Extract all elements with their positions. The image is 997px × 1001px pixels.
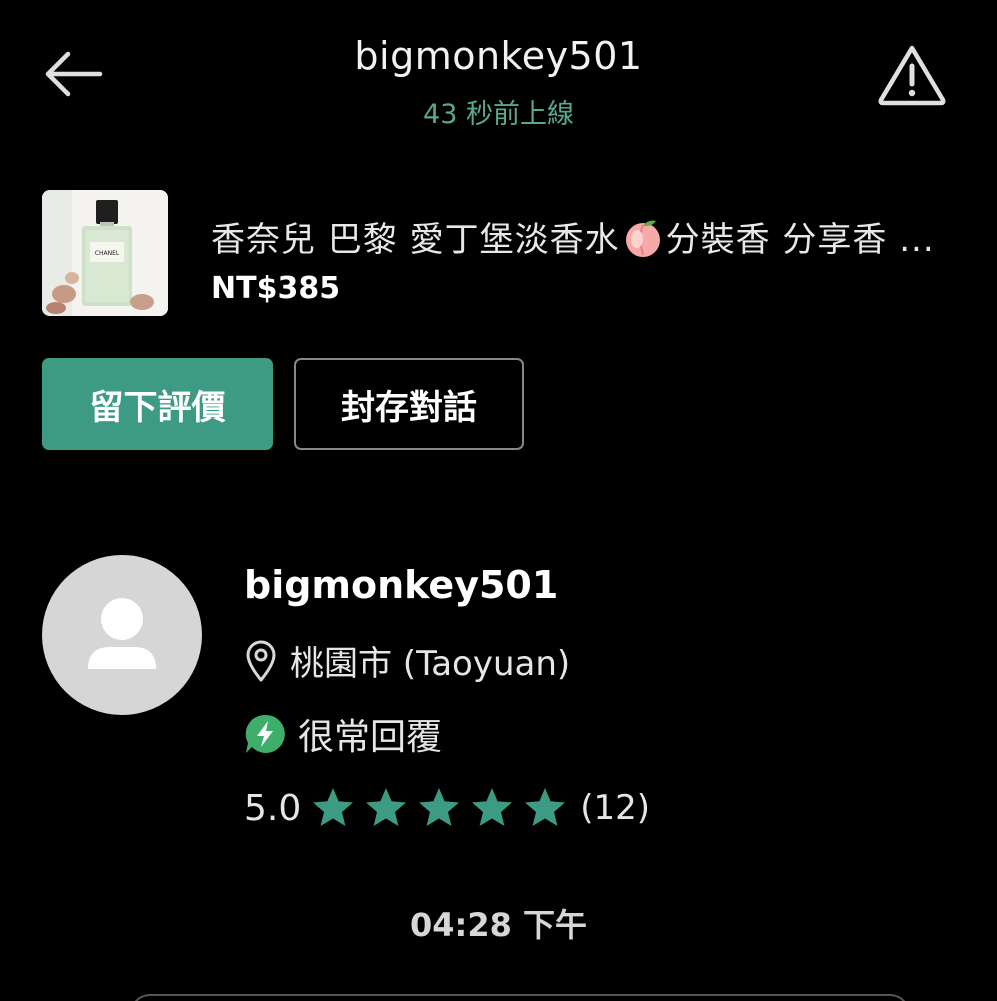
online-status: 43 秒前上線: [423, 99, 574, 130]
star-icon: [366, 788, 407, 826]
star-icon: [313, 788, 354, 826]
user-silhouette-icon: [88, 598, 156, 669]
listing-thumbnail[interactable]: CHANEL: [42, 190, 168, 316]
archive-chat-button[interactable]: 封存對話: [294, 358, 524, 450]
report-button[interactable]: [876, 42, 948, 106]
rating-score: 5.0: [244, 787, 302, 829]
star-icon: [472, 788, 513, 826]
listing-title[interactable]: 香奈兒 巴黎 愛丁堡淡香水 分裝香 分享香 ...: [211, 212, 997, 261]
lightning-chat-icon: [245, 714, 285, 753]
listing-price: NT$385: [211, 271, 341, 306]
message-timestamp: 04:28 下午: [409, 906, 587, 944]
avatar[interactable]: [42, 555, 202, 715]
listing-title-part-1: 香奈兒 巴黎 愛丁堡淡香水: [211, 220, 620, 260]
thumbnail-brand-label: CHANEL: [95, 250, 120, 257]
location-text: 桃園市 (Taoyuan): [290, 644, 571, 684]
star-icon: [419, 788, 460, 826]
peach-emoji-icon: [625, 220, 660, 257]
profile-name[interactable]: bigmonkey501: [244, 563, 558, 607]
leave-review-button[interactable]: 留下評價: [42, 358, 273, 450]
listing-title-part-2: 分裝香 分享香 ...: [665, 220, 935, 260]
star-icon: [525, 788, 566, 826]
response-rate-row: 很常回覆: [244, 708, 442, 760]
rating-row[interactable]: 5.0 (12): [244, 786, 650, 830]
chat-partner-name: bigmonkey501: [354, 34, 643, 78]
message-bubble-edge: [130, 994, 910, 1001]
response-rate-text: 很常回覆: [298, 717, 443, 758]
perfume-bottle-image: CHANEL: [42, 190, 168, 316]
rating-count: (12): [580, 788, 651, 828]
location-row: 桃園市 (Taoyuan): [244, 636, 570, 685]
warning-triangle-icon: [878, 45, 946, 106]
chat-screen: bigmonkey501 43 秒前上線 CHANEL 香奈兒 巴黎 愛丁堡淡香…: [0, 0, 997, 1001]
map-pin-icon: [246, 640, 276, 681]
